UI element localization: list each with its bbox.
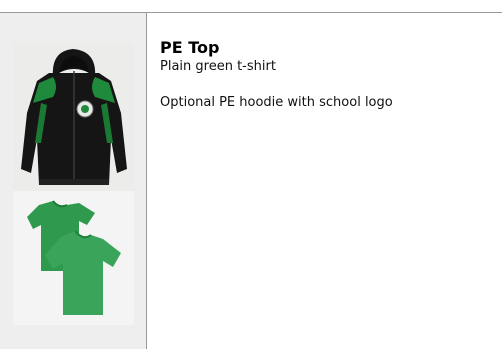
pe-hoodie-image bbox=[13, 43, 134, 191]
product-details: PE Top Plain green t-shirt Optional PE h… bbox=[160, 38, 490, 112]
green-tshirt-image bbox=[13, 191, 134, 325]
product-images bbox=[13, 43, 134, 325]
product-title: PE Top bbox=[160, 38, 220, 57]
description-line-2: Optional PE hoodie with school logo bbox=[160, 95, 393, 110]
description-line-1: Plain green t-shirt bbox=[160, 59, 276, 74]
product-card: PE Top Plain green t-shirt Optional PE h… bbox=[0, 0, 502, 349]
column-divider bbox=[146, 13, 147, 349]
